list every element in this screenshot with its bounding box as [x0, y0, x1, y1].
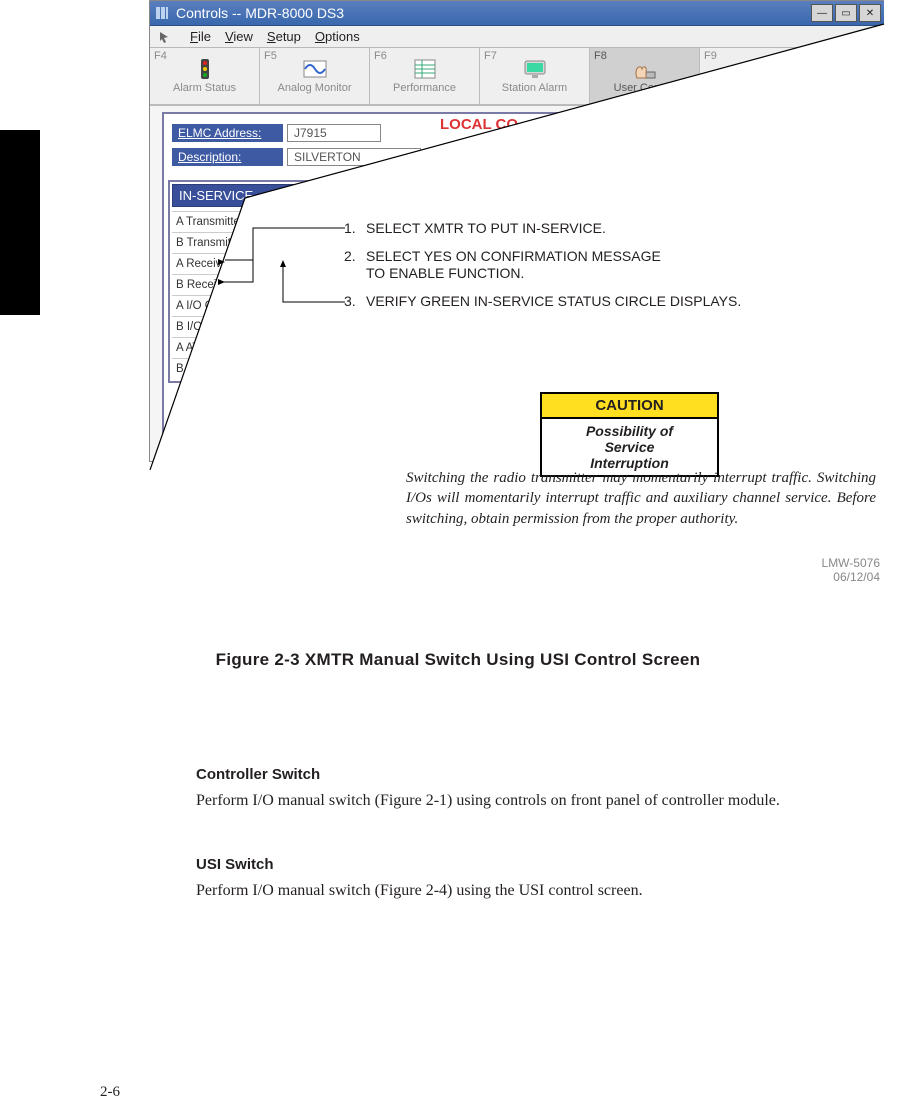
app-icon	[154, 5, 170, 21]
spreadsheet-icon	[411, 58, 439, 80]
page-number: 2-6	[100, 1084, 120, 1101]
status-indicator	[379, 361, 395, 377]
menubar: File View Setup Options	[150, 26, 885, 48]
heading-controller-switch: Controller Switch	[196, 765, 886, 785]
pointer-icon	[158, 30, 172, 44]
figure-caption: Figure 2-3 XMTR Manual Switch Using USI …	[0, 650, 916, 670]
row-b-atpc[interactable]: B ATPC HIGH Power Lock	[172, 358, 397, 379]
tool-analog-monitor[interactable]: F5 Analog Monitor	[260, 48, 370, 105]
description-label: Description:	[172, 148, 283, 166]
panel-header: IN-SERVICE	[172, 184, 397, 207]
para-usi-switch: Perform I/O manual switch (Figure 2-4) u…	[196, 880, 886, 902]
caution-box: CAUTION Possibility of Service Interrupt…	[540, 392, 719, 477]
menu-file[interactable]: File	[190, 29, 211, 44]
tool-f9-icon	[741, 64, 769, 86]
menu-setup[interactable]: Setup	[267, 29, 301, 44]
step-2: SELECT YES ON CONFIRMATION MESSAGETO ENA…	[366, 248, 661, 283]
description-value[interactable]: SILVERTON	[287, 148, 421, 166]
chapter-tab	[0, 130, 40, 315]
window-title: Controls -- MDR-8000 DS3	[176, 5, 344, 21]
tool-performance[interactable]: F6 Performance	[370, 48, 480, 105]
tool-station-alarm[interactable]: F7 Station Alarm	[480, 48, 590, 105]
step-3: VERIFY GREEN IN-SERVICE STATUS CIRCLE DI…	[366, 293, 741, 311]
status-indicator	[379, 340, 395, 356]
step-1: SELECT XMTR TO PUT IN-SERVICE.	[366, 220, 606, 238]
maximize-button[interactable]: ▭	[835, 4, 857, 22]
elmc-address-label: ELMC Address:	[172, 124, 283, 142]
toolbar: F4 Alarm Status F5 Analog Monitor F6 Per…	[150, 48, 885, 106]
menu-view[interactable]: View	[225, 29, 253, 44]
tool-f9[interactable]: F9	[700, 48, 810, 105]
caution-paragraph: Switching the radio transmitter may mome…	[406, 468, 876, 529]
traffic-light-icon	[191, 58, 219, 80]
minimize-button[interactable]: —	[811, 4, 833, 22]
caution-title: CAUTION	[542, 394, 717, 419]
doc-number: LMW-507606/12/04	[822, 556, 880, 585]
para-controller-switch: Perform I/O manual switch (Figure 2-1) u…	[196, 790, 886, 812]
row-a-atpc[interactable]: A ATPC HIGH Power Lock	[172, 337, 397, 358]
heading-usi-switch: USI Switch	[196, 855, 886, 875]
menu-options[interactable]: Options	[315, 29, 360, 44]
oscilloscope-icon	[301, 58, 329, 80]
section-title: LOCAL CO	[434, 112, 524, 137]
tool-alarm-status[interactable]: F4 Alarm Status	[150, 48, 260, 105]
tool-user-control[interactable]: F8 User Control	[590, 48, 700, 105]
monitor-icon	[521, 58, 549, 80]
instruction-list: 1.SELECT XMTR TO PUT IN-SERVICE. 2.SELEC…	[344, 220, 884, 320]
elmc-address-value[interactable]: J7915	[287, 124, 381, 142]
close-button[interactable]: ✕	[859, 4, 881, 22]
titlebar: Controls -- MDR-8000 DS3 — ▭ ✕	[150, 1, 885, 26]
hand-switch-icon	[631, 58, 659, 80]
status-indicator	[379, 319, 395, 335]
